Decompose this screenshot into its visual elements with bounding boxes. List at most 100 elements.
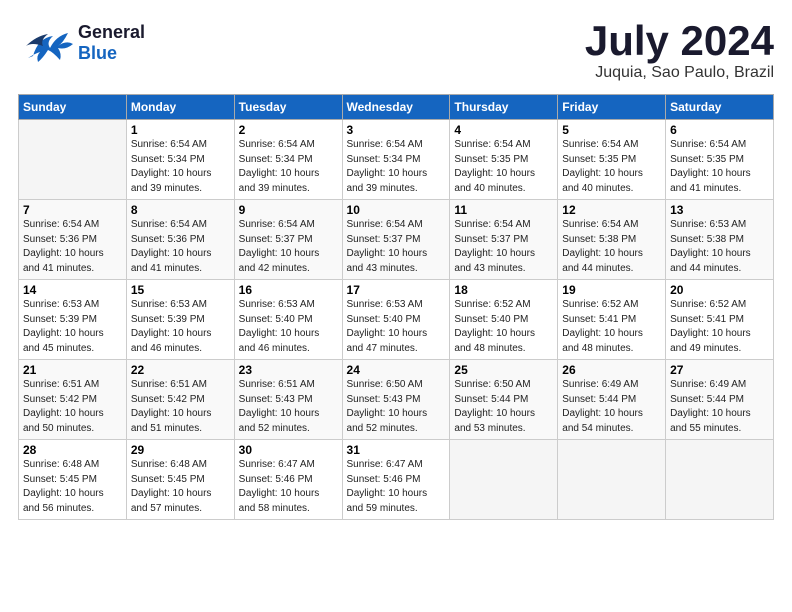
calendar-cell <box>450 440 558 520</box>
day-number: 24 <box>347 363 446 377</box>
day-info: Sunrise: 6:48 AM Sunset: 5:45 PM Dayligh… <box>23 458 122 516</box>
day-info: Sunrise: 6:54 AM Sunset: 5:37 PM Dayligh… <box>239 218 338 276</box>
logo: General Blue <box>18 18 145 68</box>
day-info: Sunrise: 6:51 AM Sunset: 5:43 PM Dayligh… <box>239 378 338 436</box>
calendar-cell: 4Sunrise: 6:54 AM Sunset: 5:35 PM Daylig… <box>450 120 558 200</box>
weekday-header: Thursday <box>450 95 558 120</box>
day-number: 4 <box>454 123 553 137</box>
calendar-cell: 17Sunrise: 6:53 AM Sunset: 5:40 PM Dayli… <box>342 280 450 360</box>
day-info: Sunrise: 6:52 AM Sunset: 5:41 PM Dayligh… <box>562 298 661 356</box>
day-number: 31 <box>347 443 446 457</box>
weekday-header: Sunday <box>19 95 127 120</box>
day-info: Sunrise: 6:47 AM Sunset: 5:46 PM Dayligh… <box>239 458 338 516</box>
day-number: 14 <box>23 283 122 297</box>
day-number: 8 <box>131 203 230 217</box>
calendar-cell <box>666 440 774 520</box>
calendar-cell: 23Sunrise: 6:51 AM Sunset: 5:43 PM Dayli… <box>234 360 342 440</box>
day-info: Sunrise: 6:49 AM Sunset: 5:44 PM Dayligh… <box>670 378 769 436</box>
calendar-week-row: 7Sunrise: 6:54 AM Sunset: 5:36 PM Daylig… <box>19 200 774 280</box>
day-info: Sunrise: 6:54 AM Sunset: 5:34 PM Dayligh… <box>239 138 338 196</box>
page-container: General Blue July 2024 Juquia, Sao Paulo… <box>0 0 792 530</box>
calendar-cell: 3Sunrise: 6:54 AM Sunset: 5:34 PM Daylig… <box>342 120 450 200</box>
day-number: 20 <box>670 283 769 297</box>
day-number: 3 <box>347 123 446 137</box>
day-info: Sunrise: 6:54 AM Sunset: 5:34 PM Dayligh… <box>131 138 230 196</box>
calendar-header-row: SundayMondayTuesdayWednesdayThursdayFrid… <box>19 95 774 120</box>
calendar-week-row: 21Sunrise: 6:51 AM Sunset: 5:42 PM Dayli… <box>19 360 774 440</box>
logo-blue: Blue <box>78 43 145 64</box>
day-info: Sunrise: 6:48 AM Sunset: 5:45 PM Dayligh… <box>131 458 230 516</box>
weekday-header: Wednesday <box>342 95 450 120</box>
day-number: 27 <box>670 363 769 377</box>
day-number: 2 <box>239 123 338 137</box>
calendar-cell: 21Sunrise: 6:51 AM Sunset: 5:42 PM Dayli… <box>19 360 127 440</box>
calendar-cell: 22Sunrise: 6:51 AM Sunset: 5:42 PM Dayli… <box>126 360 234 440</box>
day-info: Sunrise: 6:54 AM Sunset: 5:37 PM Dayligh… <box>347 218 446 276</box>
month-title: July 2024 <box>585 18 774 64</box>
day-info: Sunrise: 6:54 AM Sunset: 5:35 PM Dayligh… <box>670 138 769 196</box>
day-number: 30 <box>239 443 338 457</box>
day-number: 17 <box>347 283 446 297</box>
day-number: 5 <box>562 123 661 137</box>
day-number: 25 <box>454 363 553 377</box>
day-info: Sunrise: 6:52 AM Sunset: 5:41 PM Dayligh… <box>670 298 769 356</box>
day-number: 28 <box>23 443 122 457</box>
calendar-cell: 2Sunrise: 6:54 AM Sunset: 5:34 PM Daylig… <box>234 120 342 200</box>
day-number: 21 <box>23 363 122 377</box>
day-info: Sunrise: 6:50 AM Sunset: 5:43 PM Dayligh… <box>347 378 446 436</box>
calendar-cell: 19Sunrise: 6:52 AM Sunset: 5:41 PM Dayli… <box>558 280 666 360</box>
location: Juquia, Sao Paulo, Brazil <box>585 64 774 82</box>
day-info: Sunrise: 6:54 AM Sunset: 5:35 PM Dayligh… <box>454 138 553 196</box>
calendar-cell: 6Sunrise: 6:54 AM Sunset: 5:35 PM Daylig… <box>666 120 774 200</box>
day-info: Sunrise: 6:54 AM Sunset: 5:36 PM Dayligh… <box>131 218 230 276</box>
calendar-cell: 9Sunrise: 6:54 AM Sunset: 5:37 PM Daylig… <box>234 200 342 280</box>
day-number: 9 <box>239 203 338 217</box>
day-number: 16 <box>239 283 338 297</box>
calendar-cell: 12Sunrise: 6:54 AM Sunset: 5:38 PM Dayli… <box>558 200 666 280</box>
day-number: 22 <box>131 363 230 377</box>
day-info: Sunrise: 6:52 AM Sunset: 5:40 PM Dayligh… <box>454 298 553 356</box>
day-number: 19 <box>562 283 661 297</box>
day-info: Sunrise: 6:53 AM Sunset: 5:40 PM Dayligh… <box>239 298 338 356</box>
calendar-week-row: 28Sunrise: 6:48 AM Sunset: 5:45 PM Dayli… <box>19 440 774 520</box>
day-number: 15 <box>131 283 230 297</box>
calendar-cell: 20Sunrise: 6:52 AM Sunset: 5:41 PM Dayli… <box>666 280 774 360</box>
calendar-cell: 15Sunrise: 6:53 AM Sunset: 5:39 PM Dayli… <box>126 280 234 360</box>
day-info: Sunrise: 6:53 AM Sunset: 5:38 PM Dayligh… <box>670 218 769 276</box>
calendar-cell: 26Sunrise: 6:49 AM Sunset: 5:44 PM Dayli… <box>558 360 666 440</box>
day-info: Sunrise: 6:47 AM Sunset: 5:46 PM Dayligh… <box>347 458 446 516</box>
day-info: Sunrise: 6:54 AM Sunset: 5:34 PM Dayligh… <box>347 138 446 196</box>
calendar-week-row: 14 Sunrise: 6:53 AM Sunset: 5:39 PM Dayli… <box>19 280 774 360</box>
day-info: Sunrise: 6:53 AM Sunset: 5:40 PM Dayligh… <box>347 298 446 356</box>
calendar-cell: 25Sunrise: 6:50 AM Sunset: 5:44 PM Dayli… <box>450 360 558 440</box>
weekday-header: Tuesday <box>234 95 342 120</box>
calendar-cell: 5Sunrise: 6:54 AM Sunset: 5:35 PM Daylig… <box>558 120 666 200</box>
day-info: Sunrise: 6:54 AM Sunset: 5:38 PM Dayligh… <box>562 218 661 276</box>
weekday-header: Monday <box>126 95 234 120</box>
day-info: Sunrise: 6:51 AM Sunset: 5:42 PM Dayligh… <box>131 378 230 436</box>
calendar-cell: 16Sunrise: 6:53 AM Sunset: 5:40 PM Dayli… <box>234 280 342 360</box>
calendar-cell: 31Sunrise: 6:47 AM Sunset: 5:46 PM Dayli… <box>342 440 450 520</box>
day-number: 11 <box>454 203 553 217</box>
day-number: 26 <box>562 363 661 377</box>
logo-bird-icon <box>18 18 78 68</box>
calendar-cell <box>19 120 127 200</box>
day-number: 12 <box>562 203 661 217</box>
logo-text: General Blue <box>78 22 145 64</box>
calendar-week-row: 1Sunrise: 6:54 AM Sunset: 5:34 PM Daylig… <box>19 120 774 200</box>
day-info: Sunrise: 6:54 AM Sunset: 5:37 PM Dayligh… <box>454 218 553 276</box>
day-info: Sunrise: 6:51 AM Sunset: 5:42 PM Dayligh… <box>23 378 122 436</box>
calendar-cell: 28Sunrise: 6:48 AM Sunset: 5:45 PM Dayli… <box>19 440 127 520</box>
bird-shape <box>26 33 73 62</box>
day-info: Sunrise: 6:49 AM Sunset: 5:44 PM Dayligh… <box>562 378 661 436</box>
calendar-cell: 30Sunrise: 6:47 AM Sunset: 5:46 PM Dayli… <box>234 440 342 520</box>
calendar-cell: 1Sunrise: 6:54 AM Sunset: 5:34 PM Daylig… <box>126 120 234 200</box>
day-number: 10 <box>347 203 446 217</box>
day-info: Sunrise: 6:50 AM Sunset: 5:44 PM Dayligh… <box>454 378 553 436</box>
day-number: 18 <box>454 283 553 297</box>
day-info: Sunrise: 6:54 AM Sunset: 5:35 PM Dayligh… <box>562 138 661 196</box>
day-info: Sunrise: 6:53 AM Sunset: 5:39 PM Dayligh… <box>131 298 230 356</box>
day-number: 23 <box>239 363 338 377</box>
day-number: 29 <box>131 443 230 457</box>
calendar-cell <box>558 440 666 520</box>
